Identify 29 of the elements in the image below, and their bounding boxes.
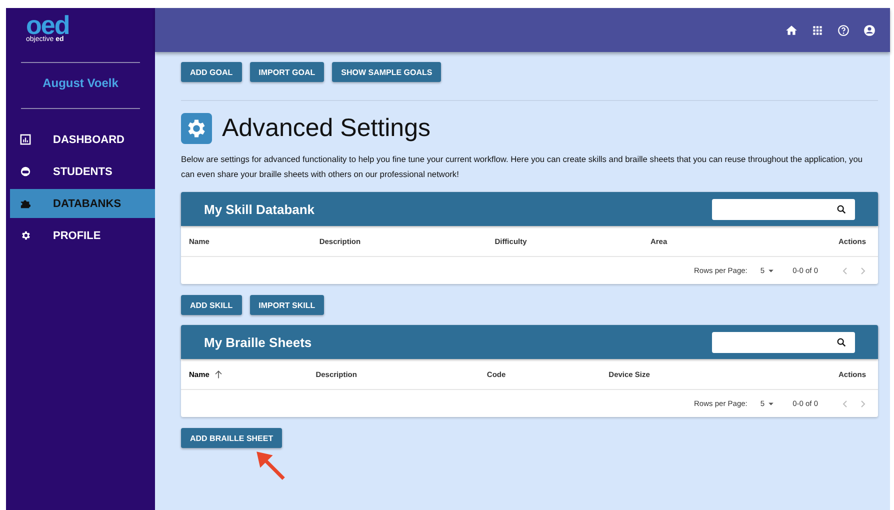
chart-icon <box>20 134 31 145</box>
action-button[interactable]: ADD BRAILLE SHEET <box>181 428 282 448</box>
card-title: My Braille Sheets <box>204 334 312 350</box>
nav-item[interactable]: STUDENTS <box>10 157 155 186</box>
home-icon[interactable] <box>785 24 798 36</box>
action-button[interactable]: ADD GOAL <box>181 62 242 82</box>
apps-grid-icon[interactable] <box>811 24 824 36</box>
description-text: Below are settings for advanced functionality to help you fine tune your current workflow. Here you can create skills and braille sheets that you can reuse throughout the application, you can even share your braille sheets with others on our professional network! <box>181 153 864 181</box>
arrow-up-icon[interactable] <box>214 370 224 378</box>
action-button[interactable]: ADD SKILL <box>181 295 242 315</box>
search-field[interactable] <box>712 332 855 352</box>
nav-item[interactable]: DATABANKS <box>10 189 155 218</box>
nav-item[interactable]: PROFILE <box>10 221 155 250</box>
action-button[interactable]: SHOW SAMPLE GOALS <box>332 62 442 82</box>
puzzle-icon <box>20 198 31 209</box>
action-button[interactable]: IMPORT GOAL <box>250 62 324 82</box>
card-title: My Skill Databank <box>204 202 315 216</box>
help-icon[interactable] <box>837 24 850 36</box>
search-field[interactable] <box>712 198 855 220</box>
page-title: Advanced Settings <box>222 114 430 143</box>
search-icon <box>836 336 847 348</box>
account-icon[interactable] <box>863 24 876 36</box>
gear-icon <box>20 230 31 241</box>
nav-item[interactable]: DASHBOARD <box>10 125 155 154</box>
action-button[interactable]: IMPORT SKILL <box>250 295 324 315</box>
gear-icon <box>181 113 212 144</box>
logo-mark: oed <box>26 15 70 35</box>
search-icon <box>836 204 847 214</box>
user-name: August Voelk <box>42 75 120 92</box>
